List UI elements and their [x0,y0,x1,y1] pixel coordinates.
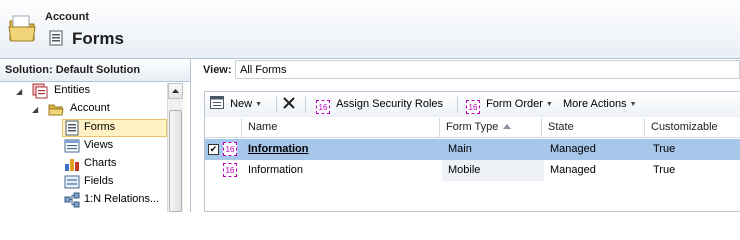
tree-label: Views [84,139,114,151]
forms-grid: New ▼ 16 Assign Security Roles 16 Form Or… [204,91,740,212]
form-order-button[interactable]: 16 Form Order ▼ [466,96,553,114]
placeholder-image-icon: 16 [223,163,237,177]
column-header-customizable[interactable]: Customizable [644,118,740,137]
page-header: Account Forms [0,0,740,59]
row-name-link[interactable]: Information [242,139,309,160]
delete-button[interactable] [282,96,296,113]
chart-icon [65,159,79,171]
column-header-state[interactable]: State [541,118,644,137]
column-header-form-type[interactable]: Form Type [439,118,541,137]
view-icon [64,139,80,153]
solution-label: Solution: Default Solution [5,64,141,76]
row-name[interactable]: Information [242,160,303,181]
folder-icon [48,104,64,116]
view-bar: View: All Forms [198,59,740,81]
entity-name: Account [45,11,89,23]
chevron-up-icon [172,89,179,93]
chevron-down-icon: ▼ [545,101,553,108]
view-selector[interactable]: All Forms [235,60,740,79]
row-checkbox[interactable]: ✔ [208,144,219,155]
toolbar-separator [276,96,277,113]
view-label: View: [203,64,232,76]
more-actions-label: More Actions [563,98,627,110]
column-header-label: Customizable [651,121,718,133]
nav-scrollbar[interactable] [167,83,183,212]
column-header-label: Name [248,121,278,133]
scroll-up-button[interactable] [168,83,183,99]
column-header-label: Form Type [446,121,499,133]
form-icon [65,120,79,136]
tree-label: Forms [84,121,116,133]
row-form-type: Main [448,143,472,155]
tree-item-views[interactable]: Views [62,137,164,154]
entities-icon [32,83,48,99]
tree-label: Entities [54,84,91,96]
toolbar-separator [305,96,306,113]
expand-arrow-icon[interactable]: ◢ [32,101,40,114]
new-record-icon [210,96,224,109]
tree-label: Account [70,102,110,114]
sort-ascending-icon [503,124,512,129]
tree-item-1n-relationships[interactable]: 1:N Relations... [62,191,166,208]
row-state: Managed [550,143,596,155]
column-header-label: State [548,121,574,133]
expand-arrow-icon[interactable]: ◢ [16,83,24,96]
tree-item-account[interactable]: ◢ Account [30,100,165,117]
form-order-label: Form Order [486,98,543,110]
tree-label: Charts [84,157,117,169]
table-row[interactable]: ✔ 16 Information Main Managed True [205,139,740,160]
field-icon [64,175,80,189]
form-icon [49,30,63,46]
grid-column-headers: Name Form Type State Customizable [205,118,740,138]
delete-icon [283,97,295,109]
new-label: New [230,98,253,110]
more-actions-button[interactable]: More Actions ▼ [563,96,637,113]
chevron-down-icon: ▼ [255,101,263,108]
nav-header: Solution: Default Solution [0,59,191,82]
placeholder-image-icon: 16 [316,100,330,114]
assign-security-roles-button[interactable]: 16 Assign Security Roles [316,96,444,114]
table-row[interactable]: 16 Information Mobile Managed True [205,160,740,181]
new-button[interactable]: New ▼ [210,96,262,113]
view-selected-value: All Forms [240,64,287,76]
nav-tree: ◢ Entities ◢ Account Forms Views Charts … [0,82,191,212]
tree-item-forms[interactable]: Forms [62,119,167,137]
tree-label: Fields [84,175,114,187]
row-state: Managed [550,164,596,176]
placeholder-image-icon: 16 [466,100,480,114]
row-customizable: True [653,164,676,176]
folder-icon [8,15,36,42]
assign-security-roles-label: Assign Security Roles [336,98,444,110]
grid-toolbar: New ▼ 16 Assign Security Roles 16 Form Or… [205,92,740,117]
placeholder-image-icon: 16 [223,142,237,156]
tree-item-charts[interactable]: Charts [62,155,164,172]
relationship-icon [64,192,80,208]
chevron-down-icon: ▼ [629,101,637,108]
scroll-thumb[interactable] [169,110,182,212]
row-customizable: True [653,143,676,155]
row-form-type: Mobile [442,160,544,181]
page-title: Forms [72,29,124,48]
tree-item-fields[interactable]: Fields [62,173,164,190]
tree-label: 1:N Relations... [84,193,160,205]
toolbar-separator [457,96,458,113]
tree-item-entities[interactable]: ◢ Entities [14,82,164,99]
column-header-name[interactable]: Name [241,118,439,137]
